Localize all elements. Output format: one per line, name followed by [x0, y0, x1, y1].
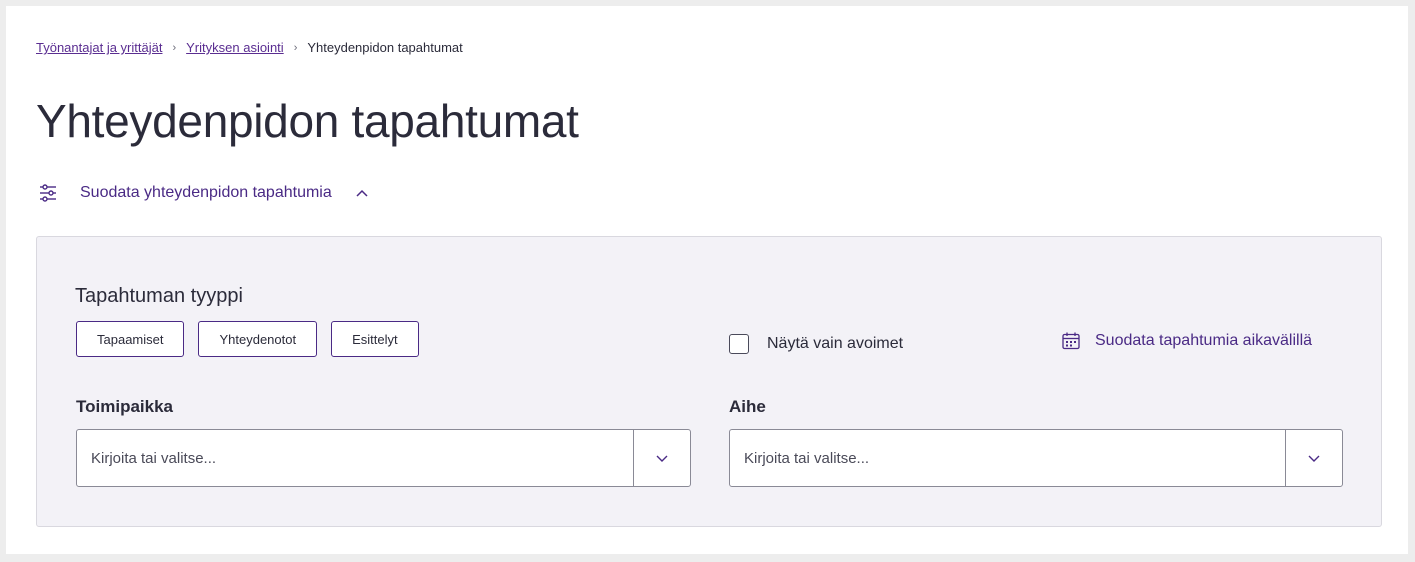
topic-label: Aihe	[729, 397, 766, 416]
date-range-filter-label: Suodata tapahtumia aikavälillä	[1095, 332, 1313, 349]
event-type-chips: Tapaamiset Yhteydenotot Esittelyt	[76, 321, 419, 357]
topic-input[interactable]	[730, 430, 1285, 486]
event-type-title: Tapahtuman tyyppi	[75, 285, 243, 307]
breadcrumb-link-employers[interactable]: Työnantajat ja yrittäjät	[36, 40, 162, 55]
filter-toggle-label: Suodata yhteydenpidon tapahtumia	[80, 184, 332, 201]
chip-meetings[interactable]: Tapaamiset	[76, 321, 185, 357]
topic-dropdown-button[interactable]	[1285, 430, 1342, 486]
location-dropdown-button[interactable]	[633, 430, 690, 486]
filter-toggle-button[interactable]: Suodata yhteydenpidon tapahtumia	[38, 183, 370, 203]
breadcrumb-separator: ›	[172, 41, 177, 54]
page-title: Yhteydenpidon tapahtumat	[36, 95, 579, 147]
filter-panel: Tapahtuman tyyppi Tapaamiset Yhteydenoto…	[36, 236, 1382, 527]
location-label: Toimipaikka	[76, 397, 173, 416]
breadcrumb-link-business-services[interactable]: Yrityksen asiointi	[186, 40, 284, 55]
date-range-filter-button[interactable]: Suodata tapahtumia aikavälillä	[1061, 331, 1312, 351]
chip-presentations[interactable]: Esittelyt	[331, 321, 419, 357]
page-card: Työnantajat ja yrittäjät › Yrityksen asi…	[6, 6, 1408, 554]
location-combobox	[76, 429, 691, 487]
topic-combobox	[729, 429, 1343, 487]
only-open-label: Näytä vain avoimet	[767, 335, 904, 352]
sliders-icon	[40, 184, 56, 202]
breadcrumb-separator: ›	[293, 41, 298, 54]
only-open-checkbox[interactable]	[729, 334, 749, 354]
chip-contacts[interactable]: Yhteydenotot	[198, 321, 318, 357]
location-input[interactable]	[77, 430, 633, 486]
breadcrumb: Työnantajat ja yrittäjät › Yrityksen asi…	[36, 40, 463, 55]
chevron-up-icon	[356, 189, 368, 197]
chevron-down-icon	[656, 455, 668, 462]
chevron-down-icon	[1308, 455, 1320, 462]
only-open-checkbox-row[interactable]: Näytä vain avoimet	[729, 334, 903, 354]
breadcrumb-current: Yhteydenpidon tapahtumat	[307, 40, 463, 55]
calendar-icon	[1062, 332, 1080, 350]
